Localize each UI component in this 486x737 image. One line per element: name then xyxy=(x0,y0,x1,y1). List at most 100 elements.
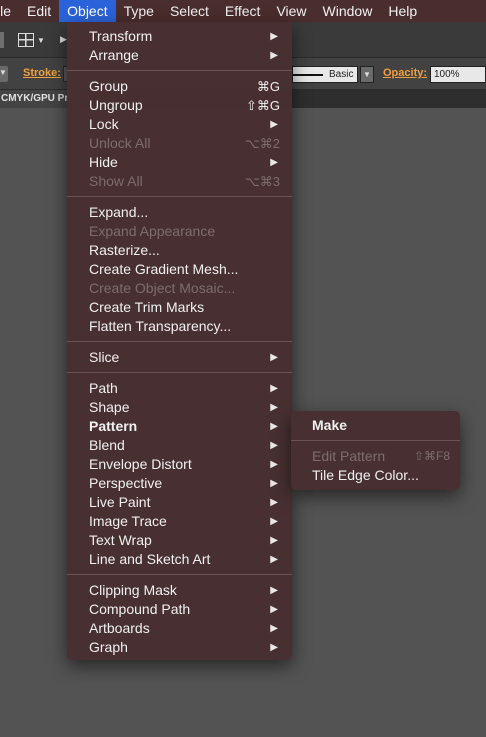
menu-item-pattern[interactable]: Pattern ▶ xyxy=(67,417,292,436)
menu-file[interactable]: ile xyxy=(0,0,19,22)
menu-item-label: Compound Path xyxy=(89,601,191,617)
menu-separator xyxy=(67,569,292,581)
opacity-label[interactable]: Opacity: xyxy=(383,67,427,79)
menu-item-label: Slice xyxy=(89,349,120,365)
submenu-item-edit-pattern: Edit Pattern ⇧⌘F8 xyxy=(291,447,460,466)
menu-view[interactable]: View xyxy=(268,0,314,22)
submenu-arrow-icon: ▶ xyxy=(270,440,278,451)
menu-item-create-gradient-mesh[interactable]: Create Gradient Mesh... xyxy=(67,260,292,279)
menu-item-shape[interactable]: Shape ▶ xyxy=(67,398,292,417)
menu-item-label: Create Object Mosaic... xyxy=(89,280,236,296)
menu-item-label: Group xyxy=(89,78,128,94)
menu-item-live-paint[interactable]: Live Paint ▶ xyxy=(67,493,292,512)
shortcut-label: ⌥⌘3 xyxy=(244,174,280,189)
menu-item-artboards[interactable]: Artboards ▶ xyxy=(67,619,292,638)
menu-item-group[interactable]: Group ⌘G xyxy=(67,77,292,96)
menu-item-label: Envelope Distort xyxy=(89,456,192,472)
menu-item-label: Create Gradient Mesh... xyxy=(89,261,239,277)
menu-item-blend[interactable]: Blend ▶ xyxy=(67,436,292,455)
opacity-field[interactable]: 100% xyxy=(430,66,486,83)
menu-item-label: Perspective xyxy=(89,475,163,491)
chevron-down-icon: ▼ xyxy=(37,35,45,45)
menu-item-label: Ungroup xyxy=(89,97,143,113)
menu-item-envelope-distort[interactable]: Envelope Distort ▶ xyxy=(67,455,292,474)
menu-item-label: Graph xyxy=(89,639,128,655)
submenu-arrow-icon: ▶ xyxy=(270,642,278,653)
chevron-down-icon: ▼ xyxy=(0,68,7,77)
menu-item-label: Lock xyxy=(89,116,119,132)
menu-item-hide[interactable]: Hide ▶ xyxy=(67,153,292,172)
menu-item-flatten-transparency[interactable]: Flatten Transparency... xyxy=(67,317,292,336)
grid-layout-icon xyxy=(18,33,34,47)
submenu-arrow-icon: ▶ xyxy=(270,497,278,508)
menu-item-perspective[interactable]: Perspective ▶ xyxy=(67,474,292,493)
menu-window[interactable]: Window xyxy=(315,0,381,22)
menu-item-arrange[interactable]: Arrange ▶ xyxy=(67,46,292,65)
menu-item-label: Make xyxy=(312,417,348,433)
menu-item-unlock-all: Unlock All ⌥⌘2 xyxy=(67,134,292,153)
submenu-arrow-icon: ▶ xyxy=(270,352,278,363)
submenu-arrow-icon: ▶ xyxy=(270,478,278,489)
submenu-arrow-icon: ▶ xyxy=(270,157,278,168)
menu-item-label: Arrange xyxy=(89,47,139,63)
menu-item-transform[interactable]: Transform ▶ xyxy=(67,27,292,46)
menu-item-label: Expand... xyxy=(89,204,149,220)
submenu-arrow-icon: ▶ xyxy=(270,585,278,596)
menu-item-label: Transform xyxy=(89,28,153,44)
menu-separator xyxy=(67,191,292,203)
toolbar-handle xyxy=(0,32,4,48)
menu-item-expand[interactable]: Expand... xyxy=(67,203,292,222)
menu-item-label: Pattern xyxy=(89,418,138,434)
submenu-arrow-icon: ▶ xyxy=(270,50,278,61)
stroke-style-dropdown[interactable]: ▼ xyxy=(360,66,374,83)
menu-item-label: Live Paint xyxy=(89,494,151,510)
menu-item-label: Image Trace xyxy=(89,513,167,529)
menu-item-label: Shape xyxy=(89,399,130,415)
menu-object[interactable]: Object xyxy=(59,0,116,22)
menu-item-lock[interactable]: Lock ▶ xyxy=(67,115,292,134)
menu-item-clipping-mask[interactable]: Clipping Mask ▶ xyxy=(67,581,292,600)
menu-item-ungroup[interactable]: Ungroup ⇧⌘G xyxy=(67,96,292,115)
stroke-label[interactable]: Stroke: xyxy=(23,67,61,79)
submenu-arrow-icon: ▶ xyxy=(270,119,278,130)
chevron-down-icon: ▼ xyxy=(363,70,371,79)
menu-item-slice[interactable]: Slice ▶ xyxy=(67,348,292,367)
menu-item-graph[interactable]: Graph ▶ xyxy=(67,638,292,657)
menu-item-label: Hide xyxy=(89,154,118,170)
arrange-documents-button[interactable]: ▼ xyxy=(18,29,50,51)
menu-item-text-wrap[interactable]: Text Wrap ▶ xyxy=(67,531,292,550)
menu-item-label: Expand Appearance xyxy=(89,223,216,239)
submenu-arrow-icon: ▶ xyxy=(270,604,278,615)
menu-type[interactable]: Type xyxy=(116,0,162,22)
menu-edit[interactable]: Edit xyxy=(19,0,59,22)
menu-select[interactable]: Select xyxy=(162,0,217,22)
menu-item-line-and-sketch-art[interactable]: Line and Sketch Art ▶ xyxy=(67,550,292,569)
submenu-item-make[interactable]: Make xyxy=(291,416,460,435)
stroke-style-field[interactable]: Basic xyxy=(292,66,358,83)
menu-item-image-trace[interactable]: Image Trace ▶ xyxy=(67,512,292,531)
stroke-preview-line xyxy=(293,74,323,76)
submenu-arrow-icon: ▶ xyxy=(270,516,278,527)
submenu-item-tile-edge-color[interactable]: Tile Edge Color... xyxy=(291,466,460,485)
menu-effect[interactable]: Effect xyxy=(217,0,269,22)
menu-item-compound-path[interactable]: Compound Path ▶ xyxy=(67,600,292,619)
menu-item-label: Create Trim Marks xyxy=(89,299,205,315)
submenu-arrow-icon: ▶ xyxy=(270,421,278,432)
menu-item-create-trim-marks[interactable]: Create Trim Marks xyxy=(67,298,292,317)
menu-item-label: Path xyxy=(89,380,118,396)
menu-item-show-all: Show All ⌥⌘3 xyxy=(67,172,292,191)
menu-item-label: Show All xyxy=(89,173,143,189)
menu-help[interactable]: Help xyxy=(380,0,425,22)
menu-item-create-object-mosaic: Create Object Mosaic... xyxy=(67,279,292,298)
object-menu: Transform ▶ Arrange ▶ Group ⌘G Ungroup ⇧⌘G L… xyxy=(67,22,292,660)
menu-item-label: Unlock All xyxy=(89,135,151,151)
shortcut-label: ⇧⌘F8 xyxy=(413,449,450,463)
fill-dropdown[interactable]: ▼ xyxy=(0,66,8,82)
stroke-style-value: Basic xyxy=(329,69,354,80)
menu-item-path[interactable]: Path ▶ xyxy=(67,379,292,398)
submenu-arrow-icon: ▶ xyxy=(270,623,278,634)
menu-item-rasterize[interactable]: Rasterize... xyxy=(67,241,292,260)
shortcut-label: ⇧⌘G xyxy=(245,98,280,113)
pattern-submenu: Make Edit Pattern ⇧⌘F8 Tile Edge Color... xyxy=(291,411,460,490)
menu-item-label: Text Wrap xyxy=(89,532,152,548)
